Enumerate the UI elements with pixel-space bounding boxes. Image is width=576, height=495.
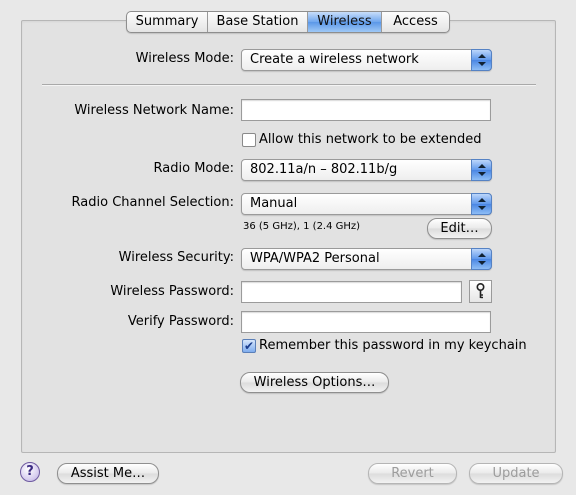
security-value: WPA/WPA2 Personal	[250, 251, 380, 266]
remember-password-checkbox[interactable]: ✔	[242, 339, 256, 353]
password-label: Wireless Password:	[110, 284, 234, 299]
radio-mode-value: 802.11a/n – 802.11b/g	[250, 162, 398, 177]
security-popup[interactable]: WPA/WPA2 Personal	[241, 248, 492, 270]
radio-mode-popup[interactable]: 802.11a/n – 802.11b/g	[241, 159, 492, 181]
channel-selection-value: Manual	[250, 196, 298, 211]
tab-access[interactable]: Access	[382, 12, 449, 32]
wireless-mode-label: Wireless Mode:	[135, 51, 234, 66]
tab-summary[interactable]: Summary	[127, 12, 208, 32]
allow-extended-checkbox[interactable]	[242, 133, 256, 147]
edit-channel-button[interactable]: Edit…	[427, 218, 492, 239]
network-name-label: Wireless Network Name:	[74, 103, 234, 118]
channel-info: 36 (5 GHz), 1 (2.4 GHz)	[243, 221, 361, 232]
password-field[interactable]	[241, 281, 462, 303]
key-icon	[476, 282, 485, 299]
tab-bar: Summary Base Station Wireless Access	[126, 11, 450, 33]
radio-mode-label: Radio Mode:	[153, 161, 234, 176]
popup-arrows-icon	[471, 248, 492, 270]
network-name-field[interactable]	[241, 99, 491, 121]
remember-password-label: Remember this password in my keychain	[259, 338, 527, 353]
revert-button[interactable]: Revert	[368, 463, 457, 484]
channel-selection-popup[interactable]: Manual	[241, 193, 492, 215]
update-button[interactable]: Update	[469, 463, 563, 484]
assist-me-button[interactable]: Assist Me…	[57, 463, 159, 484]
wireless-options-button[interactable]: Wireless Options…	[240, 372, 389, 393]
popup-arrows-icon	[471, 159, 492, 181]
verify-password-field[interactable]	[241, 311, 491, 333]
verify-password-label: Verify Password:	[127, 314, 234, 329]
keychain-button[interactable]	[469, 280, 492, 303]
separator	[42, 84, 536, 85]
channel-selection-label: Radio Channel Selection:	[71, 195, 234, 210]
popup-arrows-icon	[471, 193, 492, 215]
wireless-mode-popup[interactable]: Create a wireless network	[241, 49, 492, 71]
checkmark-icon: ✔	[243, 339, 255, 353]
allow-extended-label: Allow this network to be extended	[259, 132, 482, 147]
tab-base-station[interactable]: Base Station	[208, 12, 308, 32]
tab-wireless[interactable]: Wireless	[308, 12, 382, 32]
popup-arrows-icon	[471, 49, 492, 71]
help-button[interactable]: ?	[20, 462, 40, 482]
security-label: Wireless Security:	[118, 250, 234, 265]
wireless-mode-value: Create a wireless network	[250, 52, 419, 67]
